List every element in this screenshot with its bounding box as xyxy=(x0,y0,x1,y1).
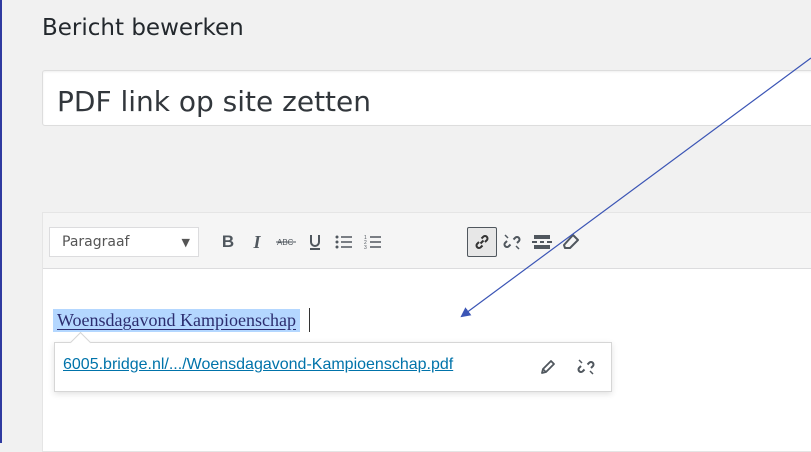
bold-button[interactable]: B xyxy=(213,227,243,257)
italic-icon: I xyxy=(253,231,261,252)
bulleted-list-button[interactable] xyxy=(329,227,359,257)
read-more-icon xyxy=(532,235,552,249)
format-select-value: Paragraaf xyxy=(62,234,130,250)
underline-icon xyxy=(310,235,320,250)
editor-content[interactable]: Woensdagavond Kampioenschap 6005.bridge.… xyxy=(43,269,811,451)
italic-button[interactable]: I xyxy=(242,227,272,257)
popover-pointer xyxy=(69,331,92,354)
window-frame-edge xyxy=(0,0,2,443)
numbered-list-button[interactable]: 1 2 3 xyxy=(358,227,388,257)
remove-link-popover-button[interactable] xyxy=(575,356,597,378)
bulleted-list-icon xyxy=(335,235,352,249)
selected-link-text[interactable]: Woensdagavond Kampioenschap xyxy=(53,309,300,332)
clear-formatting-button[interactable] xyxy=(556,227,586,257)
eraser-icon xyxy=(563,234,579,249)
page-title: Bericht bewerken xyxy=(42,15,244,41)
format-select[interactable]: Paragraaf ▼ xyxy=(49,227,199,257)
editor-toolbar: Paragraaf ▼ B I ABC 1 2 3 xyxy=(43,213,811,269)
strikethrough-button[interactable]: ABC xyxy=(271,227,301,257)
read-more-button[interactable] xyxy=(527,227,557,257)
pencil-icon xyxy=(541,360,555,374)
link-popover: 6005.bridge.nl/.../Woensdagavond-Kampioe… xyxy=(54,331,612,392)
bold-icon: B xyxy=(221,232,235,251)
strikethrough-icon: ABC xyxy=(276,238,296,247)
post-title-input[interactable]: PDF link op site zetten xyxy=(42,70,811,126)
chevron-down-icon: ▼ xyxy=(181,236,190,249)
link-icon xyxy=(475,235,489,249)
link-url[interactable]: 6005.bridge.nl/.../Woensdagavond-Kampioe… xyxy=(63,356,453,374)
unlink-icon xyxy=(503,234,521,250)
underline-button[interactable] xyxy=(300,227,330,257)
remove-link-button[interactable] xyxy=(497,227,527,257)
insert-link-button[interactable] xyxy=(467,227,497,257)
svg-text:3: 3 xyxy=(364,245,367,250)
unlink-icon xyxy=(577,359,595,375)
edit-link-button[interactable] xyxy=(537,356,559,378)
classic-editor: Paragraaf ▼ B I ABC 1 2 3 Woensdagavond … xyxy=(42,212,811,452)
text-cursor xyxy=(309,308,310,332)
numbered-list-icon: 1 2 3 xyxy=(364,235,381,250)
